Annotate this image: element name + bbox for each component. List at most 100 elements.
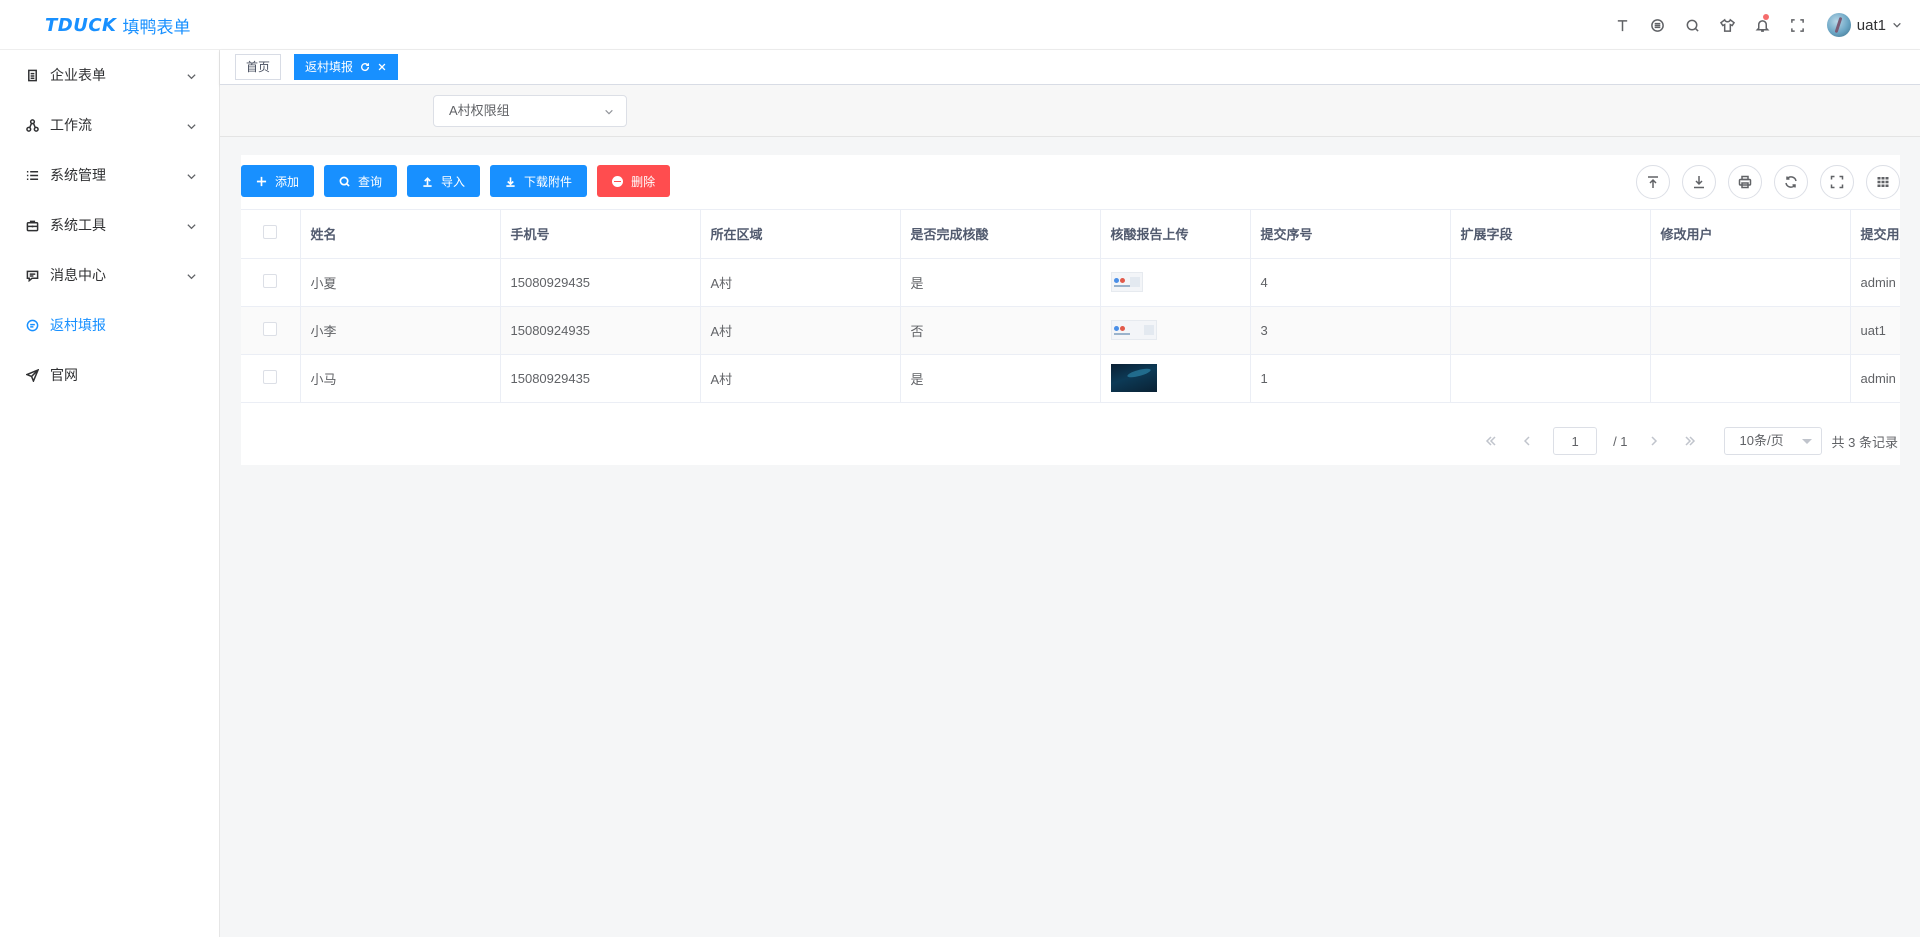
export-download-icon[interactable] (1682, 165, 1716, 199)
sidebar-item-system-management[interactable]: 系统管理 (0, 150, 219, 200)
text-size-icon[interactable] (1605, 0, 1640, 50)
cell-phone: 15080929435 (500, 354, 701, 403)
last-page-icon[interactable] (1672, 425, 1708, 457)
checkbox[interactable] (263, 225, 278, 240)
sidebar-item-label: 官网 (50, 367, 78, 383)
send-icon (26, 368, 40, 382)
cell-name: 小马 (300, 354, 501, 403)
cell-ext (1450, 354, 1651, 403)
delete-button[interactable]: 删除 (597, 165, 671, 197)
column-header[interactable]: 提交序号 (1250, 210, 1451, 259)
download-icon (506, 176, 515, 187)
row-select-cell[interactable] (241, 354, 301, 403)
sidebar-item-label: 工作流 (50, 117, 92, 133)
print-icon[interactable] (1728, 165, 1762, 199)
checkbox[interactable] (263, 273, 278, 288)
chevron-down-icon (1892, 17, 1902, 33)
tag-village-report[interactable]: 返村填报 (294, 54, 399, 80)
checkbox[interactable] (263, 321, 278, 336)
import-button[interactable]: 导入 (407, 165, 481, 197)
add-button[interactable]: 添加 (241, 165, 315, 197)
prev-page-icon[interactable] (1509, 425, 1545, 457)
cell-done: 是 (900, 258, 1101, 307)
table-row[interactable]: 小李 15080924935 A村 否 3 uat1 (241, 306, 1900, 355)
cell-area: A村 (700, 354, 901, 403)
pagination: / 1 10条/页 共 3 条记录 (1473, 425, 1900, 457)
list-icon (26, 168, 40, 182)
cell-seq: 4 (1250, 258, 1451, 307)
column-header[interactable]: 是否完成核酸 (900, 210, 1101, 259)
table-row[interactable]: 小马 15080929435 A村 是 1 admin (241, 354, 1900, 403)
sidebar-item-workflow[interactable]: 工作流 (0, 100, 219, 150)
sidebar-item-label: 返村填报 (50, 317, 106, 333)
cell-submitter: admin (1850, 258, 1900, 307)
cell-report (1100, 258, 1251, 307)
row-select-cell[interactable] (241, 258, 301, 307)
search-icon (339, 176, 350, 187)
cell-name: 小夏 (300, 258, 501, 307)
document-icon (26, 68, 40, 82)
export-upload-icon[interactable] (1636, 165, 1670, 199)
data-table: 姓名 手机号 所在区域 是否完成核酸 核酸报告上传 提交序号 扩展字段 修改用户… (241, 209, 1900, 415)
search-icon[interactable] (1675, 0, 1710, 50)
sidebar-item-system-tools[interactable]: 系统工具 (0, 200, 219, 250)
checkbox[interactable] (263, 369, 278, 384)
download-attachment-button[interactable]: 下载附件 (490, 165, 588, 197)
user-menu[interactable]: uat1 (1826, 13, 1902, 37)
report-thumbnail[interactable] (1110, 320, 1157, 340)
refresh-icon[interactable] (360, 62, 370, 72)
tag-label: 首页 (246, 60, 271, 74)
query-button[interactable]: 查询 (324, 165, 398, 197)
cell-ext (1450, 258, 1651, 307)
column-header[interactable]: 扩展字段 (1450, 210, 1651, 259)
logo[interactable]: TDUCK 填鸭表单 (45, 14, 191, 37)
refresh-icon[interactable] (1774, 165, 1808, 199)
total-records: 共 3 条记录 (1831, 434, 1898, 450)
column-header[interactable]: 手机号 (500, 210, 701, 259)
theme-icon[interactable] (1640, 0, 1675, 50)
select-value: A村权限组 (449, 103, 510, 118)
sidebar-item-village-report[interactable]: 返村填报 (0, 300, 219, 350)
columns-icon[interactable] (1866, 165, 1900, 199)
column-header[interactable]: 修改用户 (1650, 210, 1851, 259)
chevron-down-icon (186, 119, 197, 135)
chevron-down-icon (605, 109, 613, 115)
report-thumbnail[interactable] (1110, 272, 1143, 292)
page-size-select[interactable]: 10条/页 (1723, 427, 1822, 455)
column-header[interactable]: 所在区域 (700, 210, 901, 259)
fullscreen-icon[interactable] (1780, 0, 1815, 50)
remove-icon (612, 175, 624, 187)
cell-name: 小李 (300, 306, 501, 355)
next-page-icon[interactable] (1636, 425, 1672, 457)
bell-icon[interactable] (1745, 0, 1780, 50)
column-header[interactable]: 核酸报告上传 (1100, 210, 1251, 259)
cell-modifier (1650, 258, 1851, 307)
query-button-label: 查询 (358, 174, 383, 189)
fullscreen-icon[interactable] (1820, 165, 1854, 199)
sidebar-item-label: 系统管理 (50, 167, 106, 183)
cell-submitter: uat1 (1850, 306, 1900, 355)
select-all-checkbox[interactable] (241, 210, 301, 259)
first-page-icon[interactable] (1473, 425, 1509, 457)
top-header: TDUCK 填鸭表单 uat1 (0, 0, 1920, 50)
table-row[interactable]: 小夏 15080929435 A村 是 4 admin (241, 258, 1900, 307)
sidebar-item-label: 消息中心 (50, 267, 106, 283)
tag-home[interactable]: 首页 (235, 54, 282, 80)
report-thumbnail[interactable] (1110, 364, 1157, 392)
page-number-input[interactable] (1553, 427, 1598, 455)
permission-group-select[interactable]: A村权限组 (433, 95, 627, 127)
table-header-row: 姓名 手机号 所在区域 是否完成核酸 核酸报告上传 提交序号 扩展字段 修改用户… (241, 210, 1900, 259)
skin-icon[interactable] (1710, 0, 1745, 50)
cell-modifier (1650, 306, 1851, 355)
sidebar-item-official-site[interactable]: 官网 (0, 350, 219, 400)
upload-icon (423, 176, 432, 187)
sidebar-item-message-center[interactable]: 消息中心 (0, 250, 219, 300)
page-size-value: 10条/页 (1739, 433, 1784, 448)
sidebar-item-enterprise-form[interactable]: 企业表单 (0, 50, 219, 100)
column-header[interactable]: 姓名 (300, 210, 501, 259)
cell-seq: 3 (1250, 306, 1451, 355)
column-header[interactable]: 提交用户 (1850, 210, 1900, 259)
message-icon (26, 268, 40, 282)
row-select-cell[interactable] (241, 306, 301, 355)
close-icon[interactable] (377, 62, 387, 72)
